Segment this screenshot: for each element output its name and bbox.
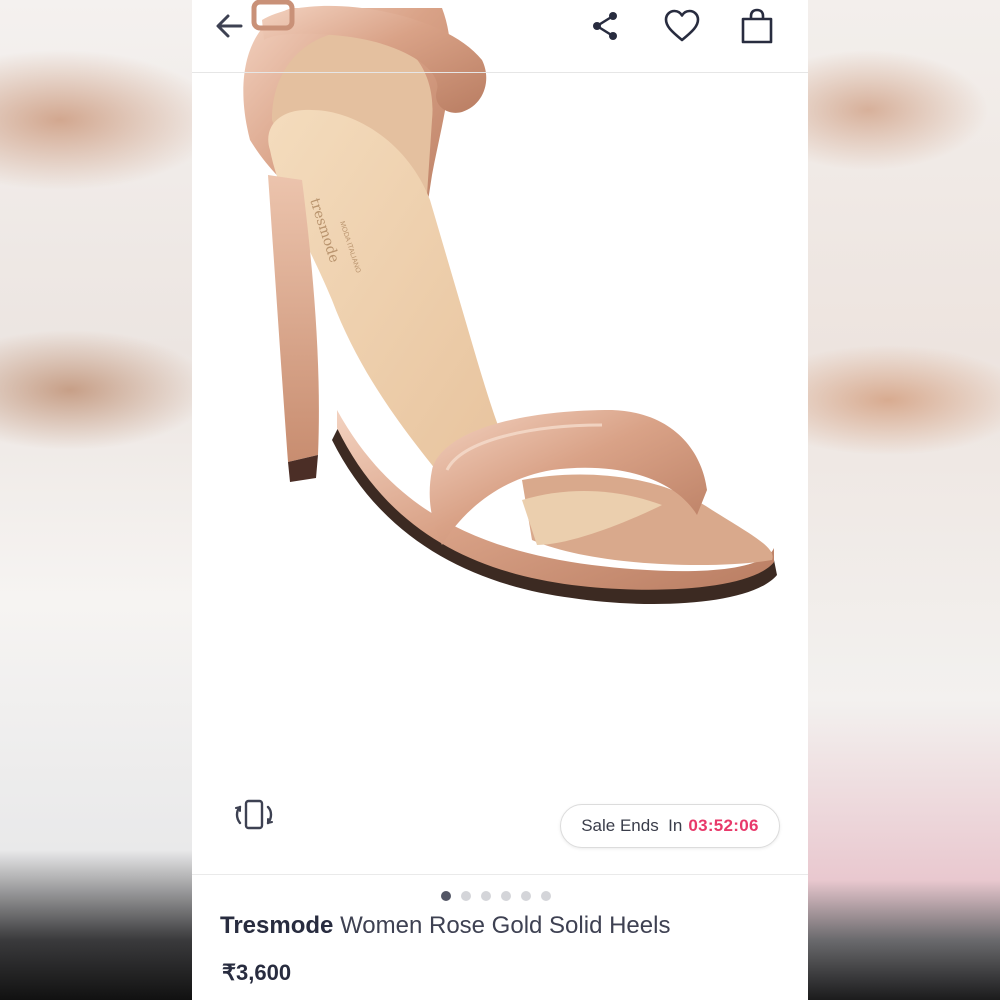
product-detail-screen: tresmode MODA ITALIANO Sale Ends In 03:5… bbox=[192, 0, 808, 1000]
heart-icon bbox=[664, 9, 700, 42]
bag-button[interactable] bbox=[735, 6, 779, 46]
arrow-left-icon bbox=[216, 14, 243, 38]
blurred-backdrop-right bbox=[808, 0, 1000, 1000]
top-app-bar bbox=[192, 0, 808, 73]
carousel-dot[interactable] bbox=[441, 891, 451, 901]
blurred-backdrop-left bbox=[0, 0, 192, 1000]
carousel-dot[interactable] bbox=[481, 891, 491, 901]
carousel-dot[interactable] bbox=[541, 891, 551, 901]
sale-label: Sale Ends In bbox=[581, 816, 683, 835]
product-title: Tresmode Women Rose Gold Solid Heels bbox=[220, 912, 800, 940]
sale-countdown-badge: Sale Ends In 03:52:06 bbox=[560, 804, 780, 848]
rotate-view-button[interactable] bbox=[232, 798, 276, 832]
carousel-dot[interactable] bbox=[501, 891, 511, 901]
product-name: Women Rose Gold Solid Heels bbox=[340, 912, 671, 939]
carousel-indicator bbox=[441, 891, 551, 901]
back-button[interactable] bbox=[208, 6, 252, 46]
product-price: ₹3,600 bbox=[222, 960, 292, 985]
divider bbox=[192, 874, 808, 875]
product-image[interactable]: tresmode MODA ITALIANO bbox=[192, 0, 808, 870]
carousel-dot[interactable] bbox=[461, 891, 471, 901]
carousel-dot[interactable] bbox=[521, 891, 531, 901]
shopping-bag-icon bbox=[741, 8, 773, 44]
product-brand[interactable]: Tresmode bbox=[220, 912, 333, 939]
share-icon bbox=[593, 12, 617, 40]
share-button[interactable] bbox=[584, 6, 628, 46]
rotate-view-icon bbox=[235, 799, 273, 830]
wishlist-button[interactable] bbox=[660, 6, 704, 46]
sale-timer: 03:52:06 bbox=[688, 816, 759, 835]
